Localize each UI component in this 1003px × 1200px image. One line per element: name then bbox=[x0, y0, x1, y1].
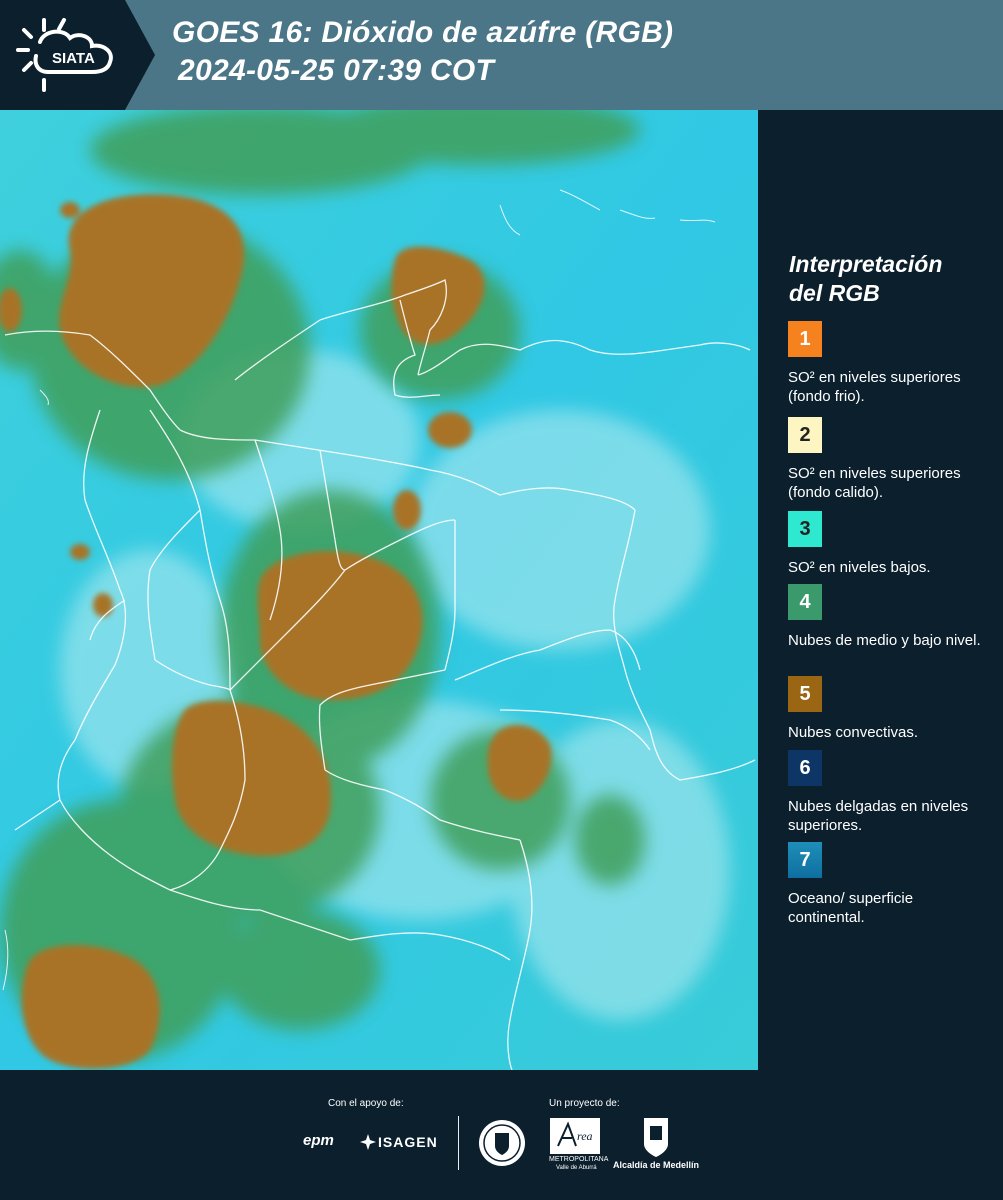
isagen-logo-icon bbox=[360, 1134, 376, 1150]
legend-title: Interpretación del RGB bbox=[789, 250, 942, 308]
legend-text-1: SO² en niveles superiores (fondo frio). bbox=[788, 369, 961, 405]
header-bar: SIATA GOES 16: Dióxido de azúfre (RGB) 2… bbox=[0, 0, 1003, 110]
title-line-1: GOES 16: Dióxido de azúfre (RGB) bbox=[172, 16, 674, 49]
area-sub-label: Valle de Aburrá bbox=[556, 1165, 597, 1171]
medellin-seal-logo bbox=[479, 1120, 525, 1166]
rgb-imagery bbox=[0, 110, 758, 1070]
siata-logo: SIATA bbox=[0, 0, 155, 110]
legend-item-5: 5 Nubes convectivas. bbox=[788, 676, 993, 742]
legend-title-line-1: Interpretación bbox=[789, 251, 943, 277]
title-line-2: 2024-05-25 07:39 COT bbox=[178, 54, 495, 87]
alcaldia-shield-icon bbox=[644, 1118, 668, 1157]
svg-text:rea: rea bbox=[577, 1129, 593, 1143]
area-metropolitana-logo: rea bbox=[550, 1118, 600, 1154]
legend-text-3: SO² en niveles bajos. bbox=[788, 559, 931, 576]
legend-swatch-7: 7 bbox=[788, 842, 822, 878]
support-label: Con el apoyo de: bbox=[328, 1098, 404, 1109]
legend-item-3: 3 SO² en niveles bajos. bbox=[788, 511, 993, 577]
logo-text: SIATA bbox=[52, 50, 95, 67]
legend-item-1: 1 SO² en niveles superiores (fondo frio)… bbox=[788, 321, 993, 406]
legend-item-7: 7 Oceano/ superficie continental. bbox=[788, 842, 993, 927]
legend-swatch-3: 3 bbox=[788, 511, 822, 547]
legend-text-5: Nubes convectivas. bbox=[788, 724, 919, 741]
legend-text-7: Oceano/ superficie continental. bbox=[788, 890, 914, 926]
epm-logo: epm bbox=[303, 1132, 334, 1149]
legend-text-6: Nubes delgadas en niveles superiores. bbox=[788, 798, 969, 834]
footer-divider bbox=[458, 1116, 459, 1170]
page-title: GOES 16: Dióxido de azúfre (RGB) 2024-05… bbox=[172, 14, 673, 90]
legend-item-6: 6 Nubes delgadas en niveles superiores. bbox=[788, 750, 993, 835]
legend-swatch-5: 5 bbox=[788, 676, 822, 712]
alcaldia-label: Alcaldía de Medellín bbox=[613, 1160, 700, 1170]
legend-item-2: 2 SO² en niveles superiores (fondo calid… bbox=[788, 417, 993, 502]
isagen-logo: ISAGEN bbox=[378, 1134, 438, 1150]
legend-swatch-4: 4 bbox=[788, 584, 822, 620]
footer: Con el apoyo de: Un proyecto de: epm ISA… bbox=[0, 1070, 1003, 1200]
legend-swatch-2: 2 bbox=[788, 417, 822, 453]
satellite-map[interactable] bbox=[0, 110, 758, 1070]
legend-text-4: Nubes de medio y bajo nivel. bbox=[788, 632, 981, 649]
project-label: Un proyecto de: bbox=[549, 1098, 620, 1109]
legend-title-line-2: del RGB bbox=[789, 280, 880, 306]
area-label: METROPOLITANA bbox=[549, 1156, 609, 1163]
rgb-legend: Interpretación del RGB 1 SO² en niveles … bbox=[760, 110, 1003, 1070]
legend-swatch-6: 6 bbox=[788, 750, 822, 786]
legend-text-2: SO² en niveles superiores (fondo calido)… bbox=[788, 465, 961, 501]
legend-swatch-1: 1 bbox=[788, 321, 822, 357]
legend-item-4: 4 Nubes de medio y bajo nivel. bbox=[788, 584, 993, 650]
